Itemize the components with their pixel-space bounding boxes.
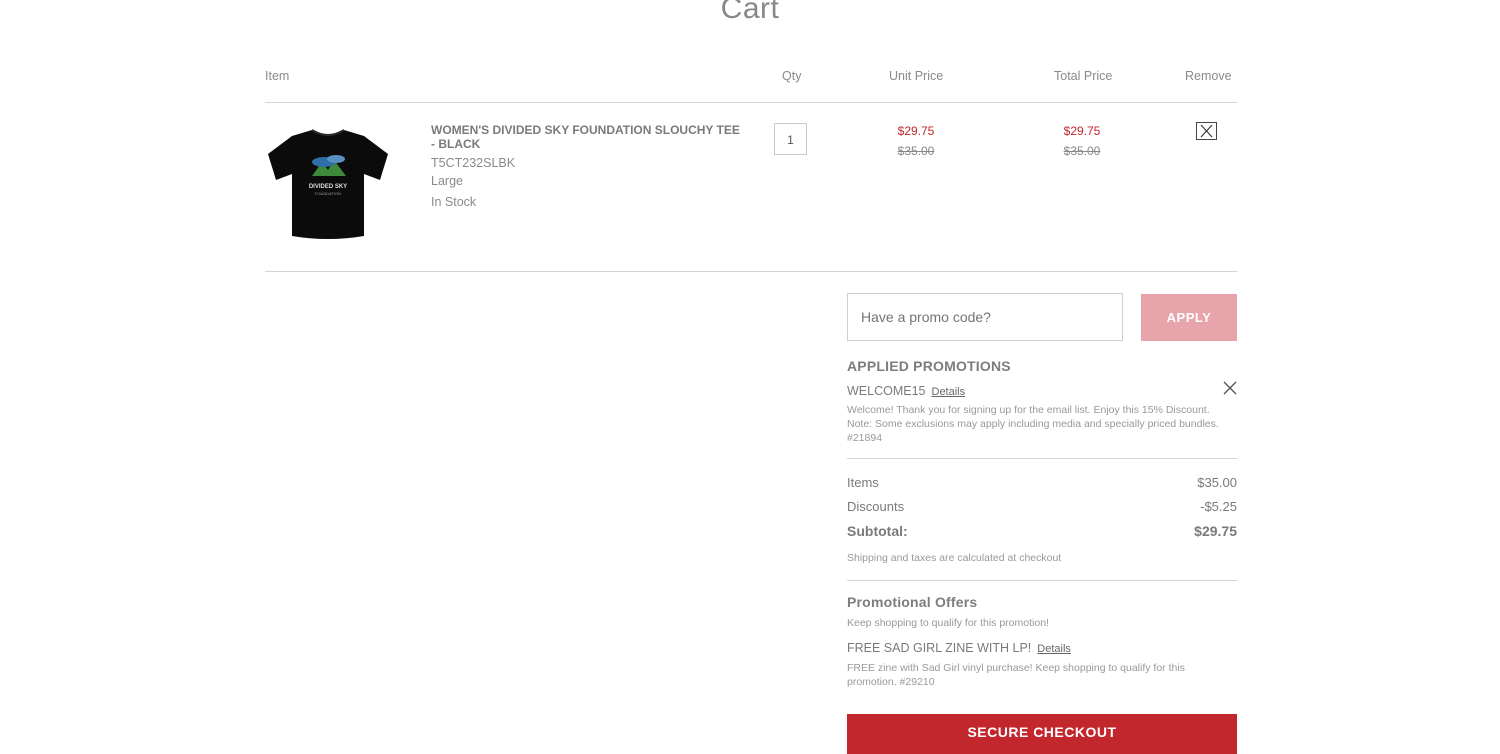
apply-button[interactable]: APPLY [1141,294,1237,341]
product-sku: T5CT232SLBK [431,156,516,170]
discounts-value: -$5.25 [1200,499,1237,514]
promo-details-link[interactable]: Details [932,386,966,398]
discounts-label: Discounts [847,499,905,514]
page-title: Cart [720,0,780,25]
applied-promotions-heading: APPLIED PROMOTIONS [847,358,1011,374]
offer-title-row: FREE SAD GIRL ZINE WITH LP! Details [847,641,1071,655]
secure-checkout-button[interactable]: SECURE CHECKOUT [847,714,1237,754]
header-divider [265,102,1237,103]
subtotal-value: $29.75 [1194,523,1237,539]
offers-intro: Keep shopping to qualify for this promot… [847,617,1049,629]
header-qty: Qty [782,69,802,83]
quantity-input[interactable]: 1 [774,123,807,155]
offer-details-link[interactable]: Details [1037,643,1071,655]
applied-promo-code: WELCOME15 Details [847,384,965,398]
subtotal-label: Subtotal: [847,523,908,539]
remove-item-button[interactable] [1196,122,1217,140]
cart-divider [265,271,1237,272]
product-size: Large [431,174,463,188]
stock-status: In Stock [431,195,477,209]
header-unit-price: Unit Price [889,69,944,83]
product-name[interactable]: WOMEN'S DIVIDED SKY FOUNDATION SLOUCHY T… [431,123,746,151]
total-price-sale: $29.75 [1063,124,1101,138]
header-item: Item [265,69,290,83]
close-icon [1223,381,1237,395]
promo-code-input[interactable] [847,293,1123,341]
header-total-price: Total Price [1054,69,1113,83]
summary-divider [847,580,1237,581]
svg-text:DIVIDED SKY: DIVIDED SKY [309,184,347,190]
promo-divider [847,458,1237,459]
total-price-original: $35.00 [1063,144,1101,158]
svg-text:FOUNDATION: FOUNDATION [315,191,341,196]
promo-description: Welcome! Thank you for signing up for th… [847,404,1219,444]
shipping-note: Shipping and taxes are calculated at che… [847,552,1062,564]
items-label: Items [847,475,879,490]
product-image[interactable]: DIVIDED SKY FOUNDATION [266,124,390,244]
items-value: $35.00 [1197,475,1237,490]
remove-promo-button[interactable] [1222,380,1238,396]
promo-code-label: WELCOME15 [847,384,926,398]
offer-title: FREE SAD GIRL ZINE WITH LP! [847,641,1032,655]
header-remove: Remove [1185,69,1232,83]
offer-description: FREE zine with Sad Girl vinyl purchase! … [847,662,1185,688]
unit-price-sale: $29.75 [897,124,935,138]
promotional-offers-heading: Promotional Offers [847,594,978,610]
close-icon [1200,124,1213,138]
unit-price-original: $35.00 [897,144,935,158]
